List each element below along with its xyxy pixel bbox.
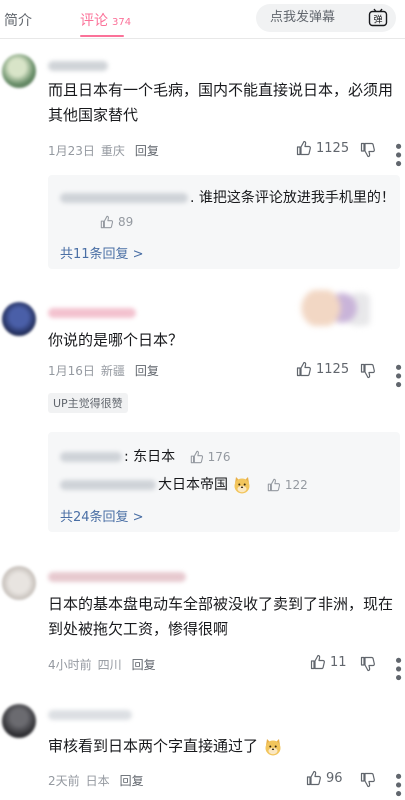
username[interactable] xyxy=(48,61,108,71)
username[interactable] xyxy=(48,572,186,582)
avatar[interactable] xyxy=(2,566,36,600)
like-count: 11 xyxy=(330,654,347,670)
more-icon[interactable]: ••• xyxy=(387,362,405,388)
comment-date: 2天前 xyxy=(48,774,80,788)
comment-meta: 1月16日 新疆 回复 xyxy=(48,362,165,379)
tab-intro-label: 简介 xyxy=(4,13,32,29)
comment-text: 你说的是哪个日本？ xyxy=(48,331,184,349)
like-count: 1125 xyxy=(316,361,350,377)
thumb-up-icon xyxy=(296,140,311,156)
comment-date: 1月23日 xyxy=(48,144,95,158)
comment-date: 4小时前 xyxy=(48,658,92,672)
reply-button[interactable]: 回复 xyxy=(132,658,156,672)
sub-reply-like[interactable]: 89 xyxy=(100,215,133,229)
sub-reply-like[interactable]: 176 xyxy=(190,446,231,468)
thumb-up-icon xyxy=(267,478,280,492)
thumb-down-icon[interactable] xyxy=(360,142,376,158)
like-button[interactable]: 1125 xyxy=(296,361,349,377)
like-count: 96 xyxy=(326,770,343,786)
like-button[interactable]: 96 xyxy=(306,770,343,786)
sub-reply-like[interactable]: 122 xyxy=(267,474,308,496)
more-icon[interactable]: ••• xyxy=(387,141,405,167)
comment-text: 日本的基本盘电动车全部被没收了卖到了非洲，现在到处被拖欠工资，惨得很啊 xyxy=(48,595,394,638)
comment-location: 日本 xyxy=(85,774,110,788)
doge-emoji xyxy=(234,477,250,494)
sub-reply: : 东日本 176 xyxy=(60,446,231,468)
sub-reply-like-count: 89 xyxy=(118,215,134,229)
tab-comments[interactable]: 评论 374 xyxy=(80,10,131,30)
comment-meta: 4小时前 四川 回复 xyxy=(48,656,162,673)
comment-text-content: 审核看到日本两个字直接通过了 xyxy=(48,737,259,755)
sub-reply-like-count: 122 xyxy=(284,478,308,492)
thumb-down-icon[interactable] xyxy=(360,363,376,379)
thumb-up-icon xyxy=(100,215,114,229)
comment-location: 新疆 xyxy=(100,364,125,378)
sub-reply: 大日本帝国 122 xyxy=(60,474,308,496)
like-count: 1125 xyxy=(316,140,350,156)
comment-location: 重庆 xyxy=(100,144,125,158)
comment-meta: 2天前 日本 回复 xyxy=(48,772,150,789)
thumb-up-icon xyxy=(190,450,203,464)
reply-box: : 东日本 176 大日本帝国 122 共24条回复 > xyxy=(48,432,400,532)
sub-reply-username[interactable] xyxy=(60,452,122,462)
tab-intro[interactable]: 简介 xyxy=(4,10,32,30)
more-icon[interactable]: ••• xyxy=(387,655,405,681)
comment-location: 四川 xyxy=(97,658,122,672)
tab-active-indicator xyxy=(80,35,124,37)
sub-reply-username[interactable] xyxy=(60,193,188,203)
danmu-input-box[interactable]: 弹 xyxy=(256,4,396,32)
view-all-replies[interactable]: 共11条回复 > xyxy=(60,243,144,262)
top-bar: 简介 评论 374 弹 xyxy=(0,0,405,39)
fan-badge-sticker xyxy=(300,290,370,326)
more-icon[interactable]: ••• xyxy=(387,771,405,797)
danmu-icon[interactable]: 弹 xyxy=(368,8,388,28)
reply-button[interactable]: 回复 xyxy=(135,144,159,158)
thumb-down-icon[interactable] xyxy=(360,772,376,788)
avatar[interactable] xyxy=(2,54,36,88)
username[interactable] xyxy=(48,710,132,720)
thumb-up-icon xyxy=(296,361,311,377)
sub-reply-like-count: 176 xyxy=(207,450,231,464)
thumb-up-icon xyxy=(306,770,321,786)
danmu-icon-label: 弹 xyxy=(373,14,382,26)
thumb-up-icon xyxy=(310,654,325,670)
up-liked-badge: UP主觉得很赞 xyxy=(48,393,128,413)
reply-button[interactable]: 回复 xyxy=(120,774,144,788)
tab-comments-label: 评论 xyxy=(80,13,108,29)
avatar[interactable] xyxy=(2,704,36,738)
sub-reply-text: 大日本帝国 xyxy=(158,477,228,493)
like-button[interactable]: 1125 xyxy=(296,140,349,156)
like-button[interactable]: 11 xyxy=(310,654,347,670)
username[interactable] xyxy=(48,308,136,318)
sub-reply-text: : 东日本 xyxy=(124,449,176,465)
comment-text: 审核看到日本两个字直接通过了 xyxy=(48,734,398,759)
thumb-down-icon[interactable] xyxy=(360,656,376,672)
comment-text: 而且日本有一个毛病，国内不能直接说日本，必须用其他国家替代 xyxy=(48,81,394,124)
comment-date: 1月16日 xyxy=(48,364,95,378)
danmu-input[interactable] xyxy=(268,9,364,26)
reply-button[interactable]: 回复 xyxy=(135,364,159,378)
comment-count: 374 xyxy=(112,17,132,28)
comment-meta: 1月23日 重庆 回复 xyxy=(48,142,165,159)
view-all-replies[interactable]: 共24条回复 > xyxy=(60,506,144,525)
sub-reply-username[interactable] xyxy=(60,480,156,490)
sub-reply: . 谁把这条评论放进我手机里的！ xyxy=(60,187,395,209)
doge-emoji xyxy=(265,738,281,755)
sub-reply-text: . 谁把这条评论放进我手机里的！ xyxy=(190,190,395,206)
avatar[interactable] xyxy=(2,302,36,336)
